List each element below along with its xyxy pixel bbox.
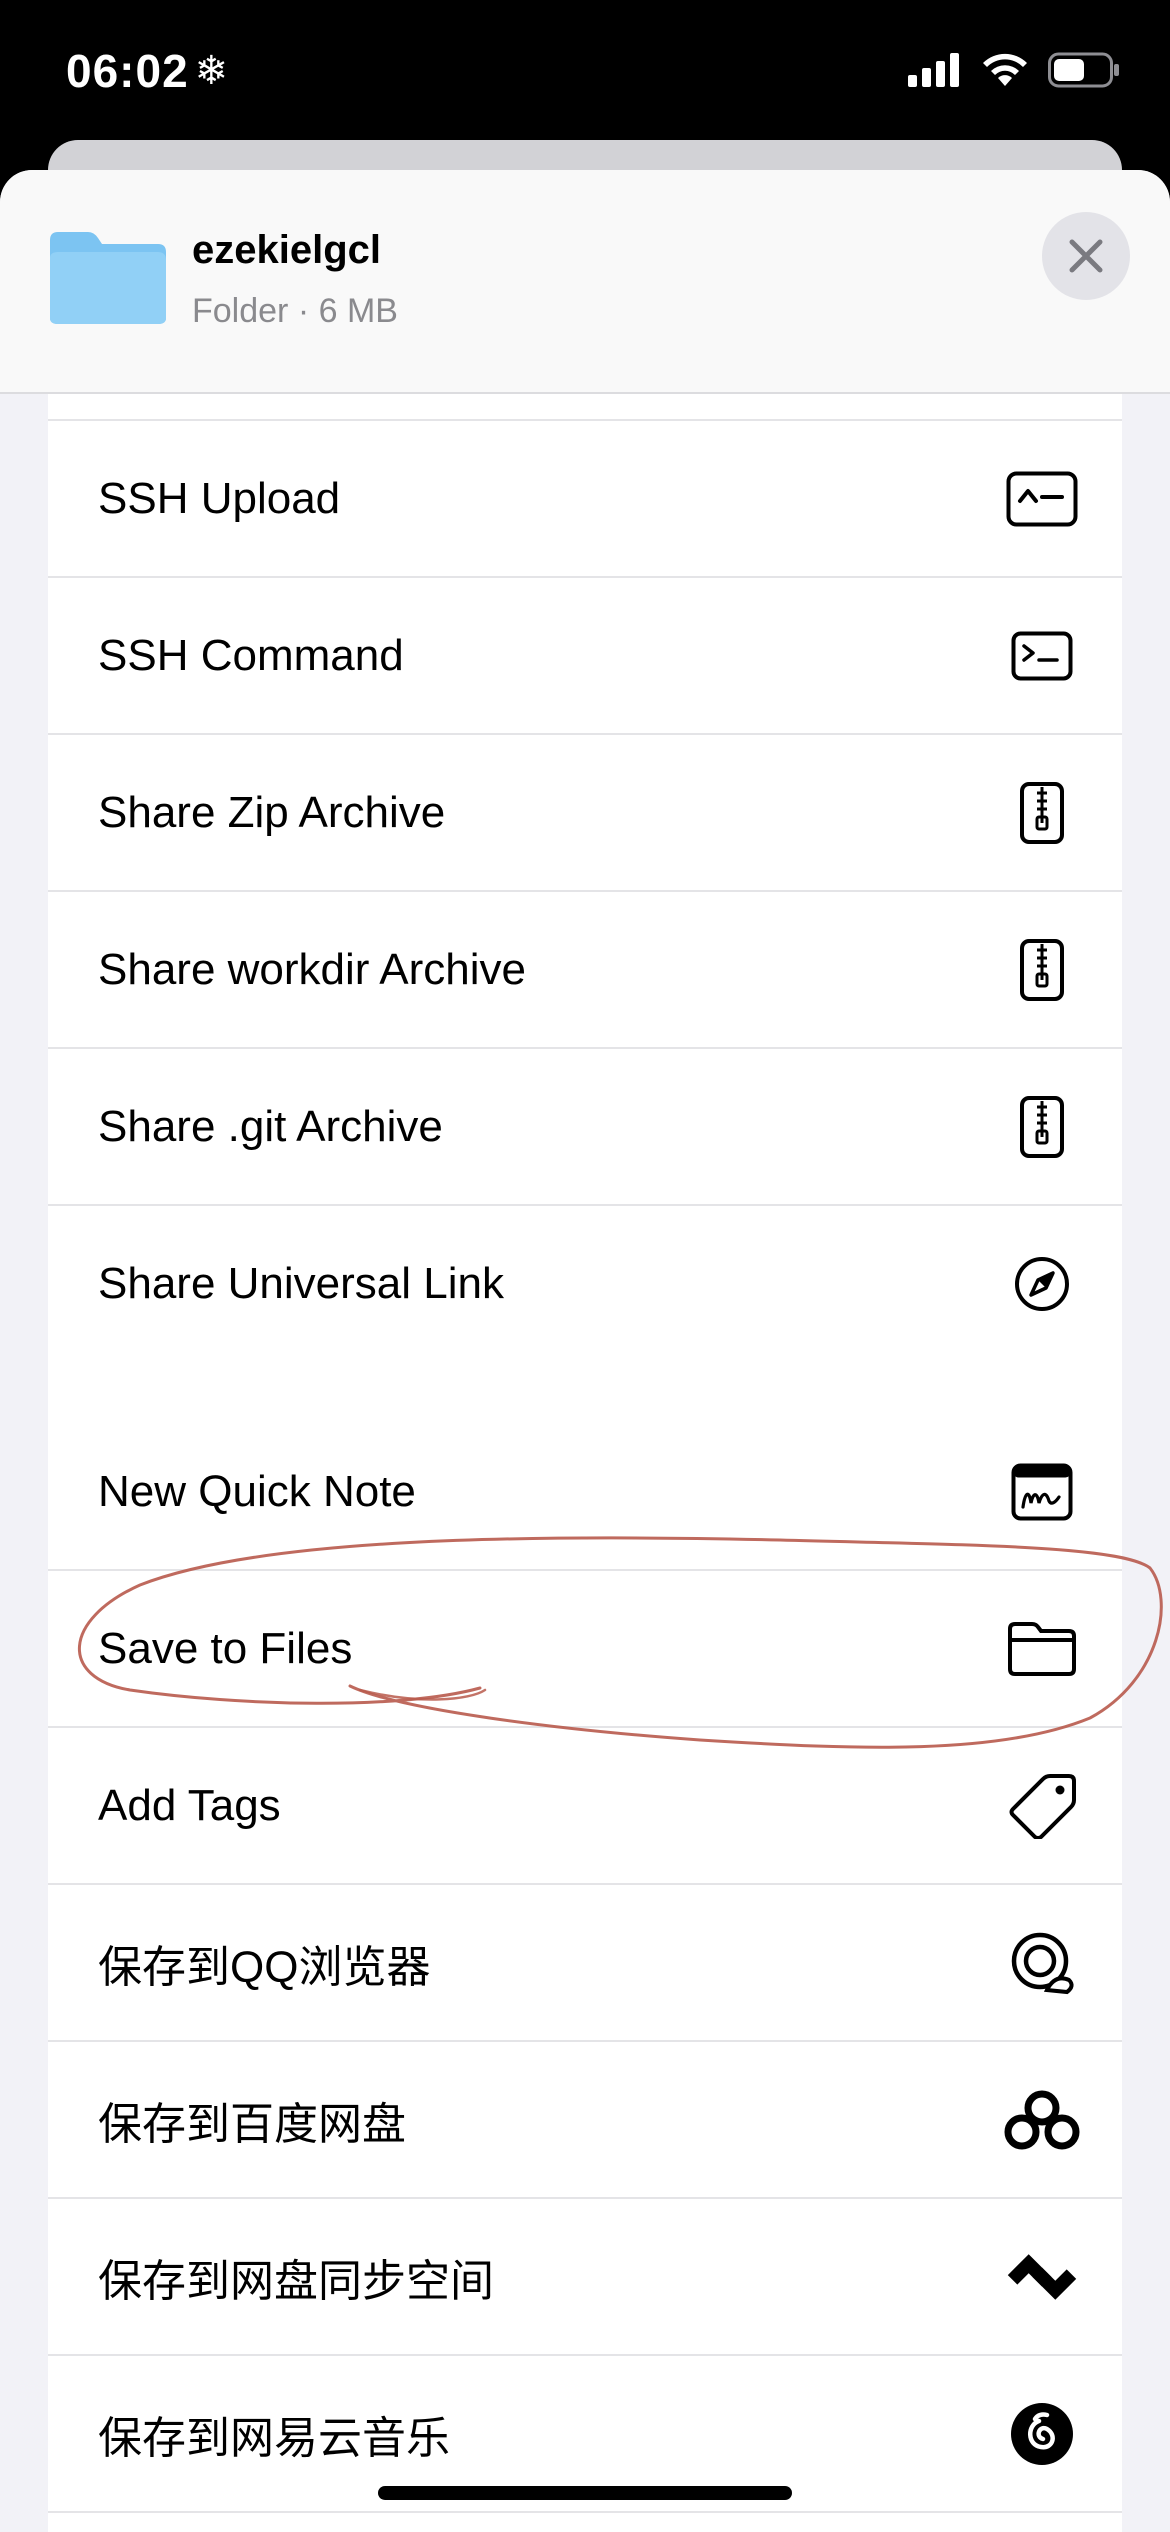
list-item-share-workdir-archive[interactable]: Share workdir Archive — [48, 892, 1122, 1049]
netease-music-icon — [1004, 2396, 1080, 2472]
terminal-prompt-icon — [1004, 618, 1080, 694]
list-item-ssh-upload[interactable]: SSH Upload — [48, 421, 1122, 578]
focus-mode-icon: ❄ — [194, 48, 230, 94]
share-sheet: ezekielgcl Folder · 6 MB SSH Upload SSH … — [0, 170, 1170, 2532]
list-item-label: SSH Command — [98, 630, 404, 680]
status-bar: 06:02 ❄ — [0, 0, 1170, 150]
list-item-share-git-archive[interactable]: Share .git Archive — [48, 1049, 1122, 1206]
compass-icon — [1004, 1246, 1080, 1322]
list-item-save-to-baidu-netdisk[interactable]: 保存到百度网盘 — [48, 2042, 1122, 2199]
quick-note-icon — [1004, 1454, 1080, 1530]
list-item-new-quick-note[interactable]: New Quick Note — [48, 1414, 1122, 1571]
list-item-label: Save to Files — [98, 1623, 353, 1673]
status-time-text: 06:02 — [66, 45, 189, 97]
qq-browser-icon — [1004, 1925, 1080, 2001]
list-item-share-zip-archive[interactable]: Share Zip Archive — [48, 735, 1122, 892]
wifi-icon — [983, 53, 1027, 86]
list-item-label: 保存到网盘同步空间 — [98, 2256, 494, 2306]
item-title: ezekielgcl — [192, 228, 382, 272]
share-sheet-header: ezekielgcl Folder · 6 MB — [0, 170, 1170, 394]
status-time: 06:02 ❄ — [66, 44, 229, 98]
list-item-label: Share Universal Link — [98, 1258, 504, 1308]
list-item-label: Add Tags — [98, 1780, 281, 1830]
list-item-save-to-files[interactable]: Save to Files — [48, 1571, 1122, 1728]
folder-icon — [50, 232, 166, 324]
battery-icon — [1048, 52, 1119, 88]
list-item-add-tags[interactable]: Add Tags — [48, 1728, 1122, 1885]
home-indicator — [378, 2486, 792, 2500]
terminal-caret-icon — [1004, 461, 1080, 537]
close-button[interactable] — [1042, 212, 1130, 300]
list-item-label: SSH Upload — [98, 473, 341, 523]
tag-icon — [1004, 1768, 1080, 1844]
list-item-label: New Quick Note — [98, 1466, 416, 1516]
folder-outline-icon — [1004, 1611, 1080, 1687]
list-item-label: 保存到QQ浏览器 — [98, 1942, 431, 1992]
status-indicators — [908, 52, 1120, 88]
list-item-label: 保存到百度网盘 — [98, 2099, 406, 2149]
item-subtitle: Folder · 6 MB — [192, 292, 398, 330]
cellular-signal-icon — [908, 53, 959, 87]
sync-space-icon — [1004, 2239, 1080, 2315]
list-item-label: 保存到网易云音乐 — [98, 2413, 450, 2463]
zip-archive-icon — [1004, 1089, 1080, 1165]
zip-archive-icon — [1004, 775, 1080, 851]
close-icon — [1069, 239, 1103, 273]
list-item-share-universal-link[interactable]: Share Universal Link — [48, 1206, 1122, 1361]
zip-archive-icon — [1004, 932, 1080, 1008]
list-item-save-to-qq-browser[interactable]: 保存到QQ浏览器 — [48, 1885, 1122, 2042]
action-group-2: New Quick Note Save to Files Add Tags 保存… — [48, 1414, 1122, 2532]
list-item-save-to-sync-space[interactable]: 保存到网盘同步空间 — [48, 2199, 1122, 2356]
action-group-1: SSH Upload SSH Command Share Zip Archive… — [48, 320, 1122, 1532]
list-item-ssh-command[interactable]: SSH Command — [48, 578, 1122, 735]
list-item-label: Share Zip Archive — [98, 787, 446, 837]
baidu-netdisk-icon — [1004, 2082, 1080, 2158]
list-item-label: Share workdir Archive — [98, 944, 526, 994]
list-item-label: Share .git Archive — [98, 1101, 443, 1151]
